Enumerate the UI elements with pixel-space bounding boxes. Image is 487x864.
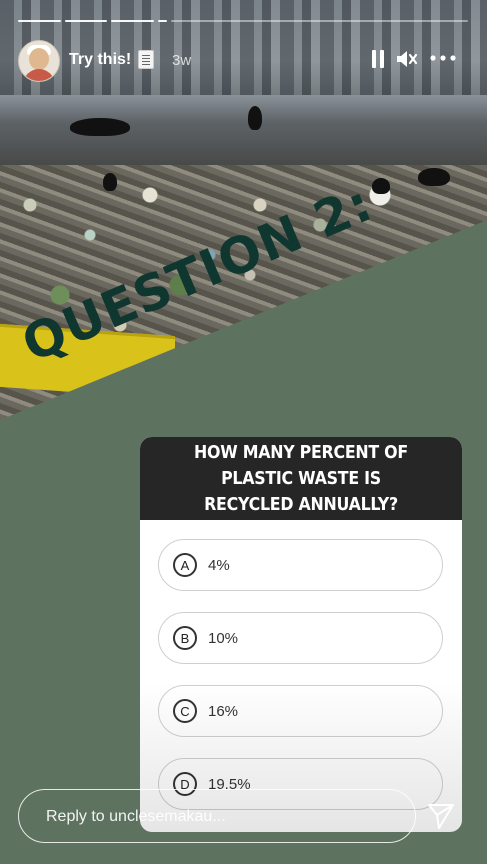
reply-input[interactable] [44, 805, 398, 829]
avatar[interactable] [18, 40, 60, 82]
send-icon[interactable] [426, 801, 456, 831]
quiz-option-a[interactable]: A 4% [158, 539, 443, 591]
progress-segment [111, 20, 154, 22]
quiz-question: HOW MANY PERCENT OF PLASTIC WASTE IS REC… [194, 441, 408, 515]
vulture-bird [70, 118, 130, 136]
story-viewer: QUESTION 2: Try this! 3w HOW MANY PERCEN… [0, 0, 487, 864]
vulture-bird [248, 106, 262, 130]
notepad-icon [138, 50, 154, 69]
vulture-bird [418, 168, 450, 186]
story-header: Try this! 3w [18, 40, 470, 82]
story-progress [18, 20, 469, 23]
quiz-question-header: HOW MANY PERCENT OF PLASTIC WASTE IS REC… [140, 437, 462, 520]
option-value: 4% [208, 556, 230, 574]
progress-segment [18, 20, 61, 22]
speaker-muted-icon[interactable] [395, 48, 419, 70]
progress-segment [64, 20, 108, 22]
vulture-bird [103, 173, 117, 191]
timestamp: 3w [172, 52, 192, 69]
username[interactable]: Try this! [69, 51, 131, 69]
quiz-option-b[interactable]: B 10% [158, 612, 443, 664]
reply-field[interactable] [18, 789, 416, 843]
more-horizontal-icon[interactable] [428, 48, 460, 68]
option-letter: C [173, 699, 197, 723]
option-letter: B [173, 626, 197, 650]
option-letter: A [173, 553, 197, 577]
quiz-sticker: HOW MANY PERCENT OF PLASTIC WASTE IS REC… [140, 437, 462, 832]
option-value: 16% [208, 702, 239, 720]
vulture-bird [372, 178, 390, 194]
option-value: 10% [208, 629, 239, 647]
quiz-option-c[interactable]: C 16% [158, 685, 443, 737]
pause-icon[interactable] [371, 50, 385, 68]
progress-segment [171, 20, 469, 22]
quiz-options: A 4% B 10% C 16% D 19.5% [158, 539, 443, 831]
progress-segment [157, 20, 168, 22]
